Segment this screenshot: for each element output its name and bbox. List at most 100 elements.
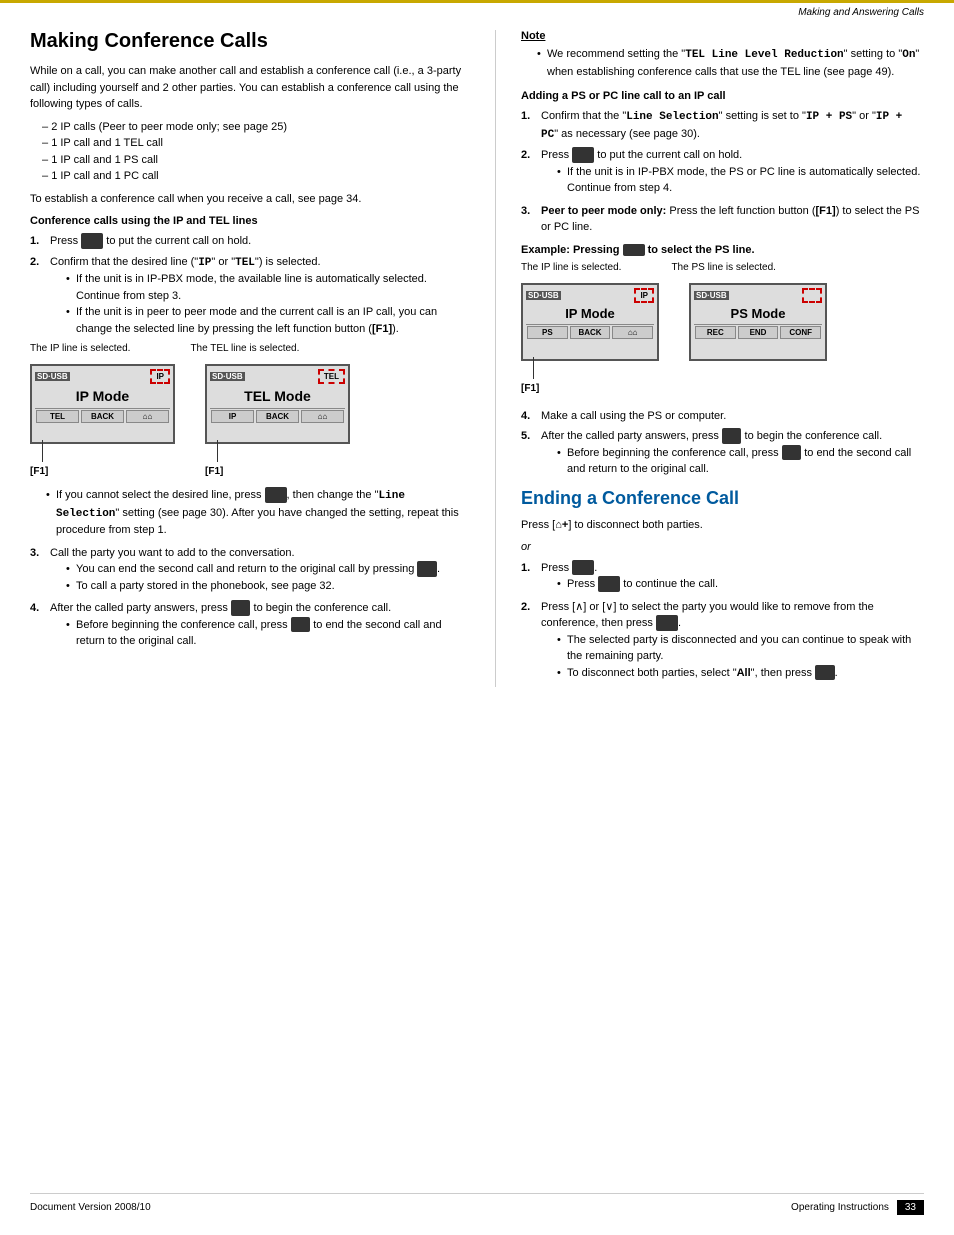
after-screen-bullet-1: If you cannot select the desired line, p… — [46, 487, 470, 539]
adding-step5-sub-1: Before beginning the conference call, pr… — [557, 445, 924, 478]
rec-btn: REC — [695, 326, 736, 339]
screen-captions-right: The IP line is selected. The PS line is … — [521, 262, 924, 273]
conf-btn: CONF — [780, 326, 821, 339]
end-btn-r2 — [782, 445, 802, 461]
adding-step5-sub: Before beginning the conference call, pr… — [541, 445, 924, 478]
adding-steps-list: Confirm that the "Line Selection" settin… — [521, 108, 924, 236]
sdusb-label-left: SD·USB — [35, 372, 70, 381]
page-title: Making Conference Calls — [30, 30, 470, 53]
arrow-line-left — [42, 440, 43, 462]
list-item: 1 IP call and 1 TEL call — [42, 135, 470, 152]
after-screen-bullets: If you cannot select the desired line, p… — [30, 487, 470, 539]
ip-mode-text: IP Mode — [35, 388, 170, 404]
screen-caption-ip: The IP line is selected. — [30, 343, 130, 354]
adding-step-4: Make a call using the PS or computer. — [521, 408, 924, 425]
left-column: Making Conference Calls While on a call,… — [30, 30, 470, 687]
tel-btn: TEL — [36, 410, 79, 423]
ending-or: or — [521, 539, 924, 556]
end-btn-inline — [417, 561, 437, 577]
footer-doc-version: Document Version 2008/10 — [30, 1202, 151, 1213]
bullet-list: 2 IP calls (Peer to peer mode only; see … — [30, 119, 470, 185]
screen-block-ip-r: SD·USB IP IP Mode PS BACK ⌂⌂ [F1] — [521, 283, 659, 394]
ps-btn: PS — [527, 326, 568, 339]
home-btn-r: ⌂⌂ — [612, 326, 653, 339]
conf-btn-inline — [231, 600, 251, 616]
adding-step2-sub-1: If the unit is in IP-PBX mode, the PS or… — [557, 164, 924, 197]
back-btn: BACK — [81, 410, 124, 423]
arrow-r-left — [533, 357, 534, 379]
step2-sub-1: If the unit is in IP-PBX mode, the avail… — [66, 271, 470, 304]
home-btn: ⌂⌂ — [126, 410, 169, 423]
end-btn-inline-2 — [291, 617, 311, 633]
adding-steps-cont-list: Make a call using the PS or computer. Af… — [521, 408, 924, 478]
sdusb-label-right: SD·USB — [210, 372, 245, 381]
continue-btn — [598, 576, 620, 592]
f1-label-right: [F1] — [205, 466, 223, 477]
ending-step-1: Press . Press to continue the call. — [521, 560, 924, 593]
remove-btn — [656, 615, 678, 631]
ending-step2-sub-2: To disconnect both parties, select "All"… — [557, 665, 924, 682]
step4-sub-1: Before beginning the conference call, pr… — [66, 617, 470, 650]
screens-row-right: SD·USB IP IP Mode PS BACK ⌂⌂ [F1] — [521, 283, 924, 394]
ending-title: Ending a Conference Call — [521, 488, 924, 509]
ps-mode-text: PS Mode — [694, 306, 822, 321]
adding-heading: Adding a PS or PC line call to an IP cal… — [521, 90, 924, 102]
tel-indicator: TEL — [318, 369, 345, 384]
step3-sub-list: You can end the second call and return t… — [50, 561, 470, 594]
header-title: Making and Answering Calls — [798, 7, 924, 18]
screen-buttons-ip: TEL BACK ⌂⌂ — [35, 408, 170, 424]
adding-step-1: Confirm that the "Line Selection" settin… — [521, 108, 924, 143]
step2-sub-2: If the unit is in peer to peer mode and … — [66, 304, 470, 337]
adding-step-5: After the called party answers, press to… — [521, 428, 924, 478]
ending-step-2: Press [∧] or [∨] to select the party you… — [521, 599, 924, 682]
footer-right: Operating Instructions 33 — [791, 1200, 924, 1215]
footer: Document Version 2008/10 Operating Instr… — [30, 1193, 924, 1215]
ending-step2-sub-1: The selected party is disconnected and y… — [557, 632, 924, 665]
conf-ip-tel-heading: Conference calls using the IP and TEL li… — [30, 215, 470, 227]
screen-ps: SD·USB PS Mode REC END CONF — [689, 283, 827, 361]
adding-step2-sub: If the unit is in IP-PBX mode, the PS or… — [541, 164, 924, 197]
screen-buttons-tel: IP BACK ⌂⌂ — [210, 408, 345, 424]
screen-tel: SD·USB TEL TEL Mode IP BACK ⌂⌂ — [205, 364, 350, 444]
ip-indicator: IP — [150, 369, 170, 384]
arrow-line-right — [217, 440, 218, 462]
screens-row-left: SD·USB IP IP Mode TEL BACK ⌂⌂ [F1] — [30, 364, 470, 477]
adding-step-2: Press to put the current call on hold. I… — [521, 147, 924, 197]
screen-caption-tel: The TEL line is selected. — [190, 343, 299, 354]
ending-steps-list: Press . Press to continue the call. Pres… — [521, 560, 924, 682]
back-btn-r: BACK — [570, 326, 611, 339]
step2-sub-list: If the unit is in IP-PBX mode, the avail… — [50, 271, 470, 337]
step-1: Press to put the current call on hold. — [30, 233, 470, 250]
sdusb-r-right: SD·USB — [694, 291, 729, 300]
step-4: After the called party answers, press to… — [30, 600, 470, 650]
f1-label-left: [F1] — [30, 466, 48, 477]
sdusb-r-left: SD·USB — [526, 291, 561, 300]
list-item: 1 IP call and 1 PS call — [42, 152, 470, 169]
hold-btn-r — [572, 147, 594, 163]
content-area: Making Conference Calls While on a call,… — [0, 30, 954, 687]
steps-list-cont: Call the party you want to add to the co… — [30, 545, 470, 650]
f1-label-r: [F1] — [521, 383, 539, 394]
ip-btn: IP — [211, 410, 254, 423]
conf-btn-r — [722, 428, 742, 444]
note-bullet-1: We recommend setting the "TEL Line Level… — [537, 46, 924, 80]
list-item: 1 IP call and 1 PC call — [42, 168, 470, 185]
list-item: 2 IP calls (Peer to peer mode only; see … — [42, 119, 470, 136]
all-btn — [815, 665, 835, 681]
screen-caption-ip-r: The IP line is selected. — [521, 262, 621, 273]
screen-block-ip: SD·USB IP IP Mode TEL BACK ⌂⌂ [F1] — [30, 364, 175, 477]
adding-step-3: Peer to peer mode only: Press the left f… — [521, 203, 924, 236]
ending-step2-sub: The selected party is disconnected and y… — [541, 632, 924, 682]
screen-caption-ps-r: The PS line is selected. — [671, 262, 776, 273]
ip-r-indicator: IP — [634, 288, 654, 303]
steps-list: Press to put the current call on hold. C… — [30, 233, 470, 337]
step4-sub-list: Before beginning the conference call, pr… — [50, 617, 470, 650]
ending-p1: Press [⌂+] to disconnect both parties. — [521, 517, 924, 534]
example-heading: Example: Pressing to select the PS line. — [521, 244, 924, 256]
change-btn — [265, 487, 287, 503]
ip-r-mode-text: IP Mode — [526, 306, 654, 321]
end-btn: END — [738, 326, 779, 339]
page-container: Making and Answering Calls Making Confer… — [0, 0, 954, 1235]
press-button-1 — [81, 233, 103, 249]
screen-btns-ip-r: PS BACK ⌂⌂ — [526, 324, 654, 340]
